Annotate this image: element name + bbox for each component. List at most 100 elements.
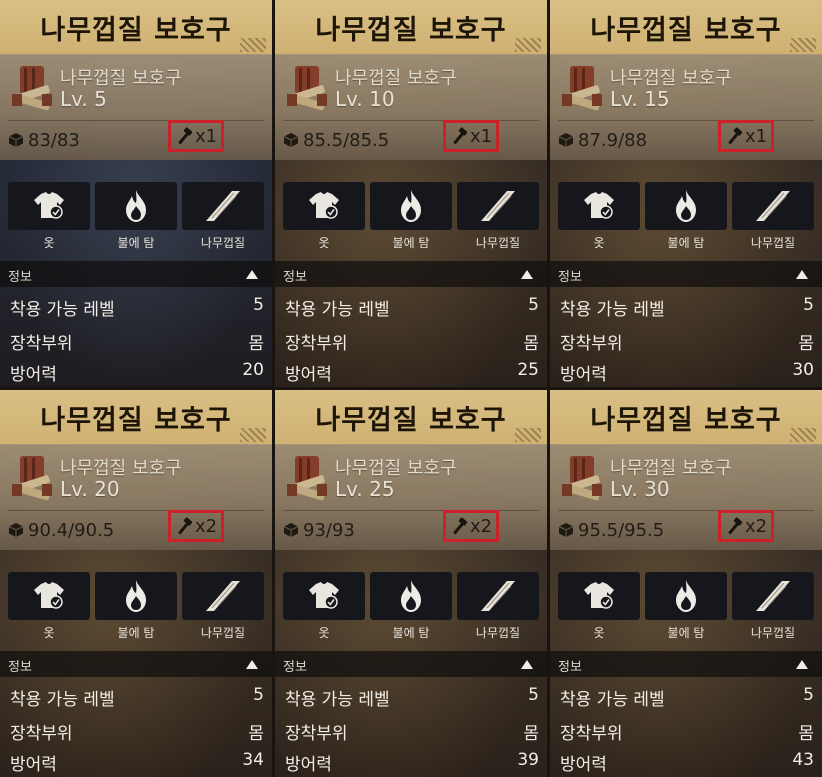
info-section-header[interactable]: 정보 (0, 261, 272, 287)
clothing-button[interactable] (558, 572, 640, 620)
clothing-button[interactable] (8, 182, 90, 230)
stat-row-required-level: 착용 가능 레벨 5 (558, 293, 814, 321)
attribute-buttons (8, 182, 264, 230)
stat-label: 방어력 (560, 365, 607, 385)
clothing-button[interactable] (558, 182, 640, 230)
flammable-label: 불에 탐 (117, 236, 155, 250)
hammer-icon (178, 517, 193, 535)
clothing-button[interactable] (283, 182, 365, 230)
flammable-button[interactable] (370, 572, 452, 620)
bark-label: 나무껍질 (750, 626, 796, 640)
divider (8, 510, 264, 511)
bark-label: 나무껍질 (200, 626, 246, 640)
attribute-labels: 옷 불에 탐 나무껍질 (558, 624, 814, 641)
stat-value: 20 (242, 360, 264, 380)
stat-row-equip-slot: 장착부위 몸 (8, 327, 264, 355)
bark-material-button[interactable] (182, 572, 264, 620)
stat-value: 5 (253, 295, 264, 315)
item-level: Lv. 5 (60, 87, 107, 111)
bark-material-button[interactable] (457, 572, 539, 620)
repair-count: x2 (194, 515, 218, 537)
collapse-arrow-icon[interactable] (246, 270, 258, 279)
stat-label: 착용 가능 레벨 (10, 690, 115, 710)
stat-row-defense: 방어력 34 (8, 748, 264, 776)
bark-icon (481, 581, 515, 611)
title-bar: 나무껍질 보호구 (275, 390, 547, 445)
item-info-panel: 나무껍질 보호구 Lv. 30 95.5/95.5 x2 (550, 444, 822, 550)
bark-material-button[interactable] (732, 182, 814, 230)
bark-material-button[interactable] (182, 182, 264, 230)
stat-value: 5 (528, 295, 539, 315)
repair-count: x1 (194, 125, 218, 147)
flammable-label: 불에 탐 (667, 626, 705, 640)
durability-box-icon (558, 133, 574, 147)
divider (8, 120, 264, 121)
bark-label: 나무껍질 (475, 236, 521, 250)
stat-label: 착용 가능 레벨 (10, 300, 115, 320)
clothing-label: 옷 (43, 236, 55, 250)
shirt-icon (584, 582, 614, 609)
flammable-label: 불에 탐 (392, 626, 430, 640)
collapse-arrow-icon[interactable] (521, 660, 533, 669)
flammable-button[interactable] (645, 572, 727, 620)
item-level: Lv. 30 (610, 477, 670, 501)
stat-label: 방어력 (560, 755, 607, 775)
item-card: 나무껍질 보호구 나무껍질 보호구 Lv. 15 87.9/88 x1 옷 불에… (550, 0, 822, 387)
flammable-button[interactable] (370, 182, 452, 230)
durability: 95.5/95.5 (558, 519, 664, 541)
info-section-title: 정보 (283, 270, 307, 285)
stat-row-required-level: 착용 가능 레벨 5 (8, 293, 264, 321)
stat-row-required-level: 착용 가능 레벨 5 (558, 683, 814, 711)
durability-box-icon (558, 523, 574, 537)
title-decoration (240, 428, 266, 442)
stat-label: 장착부위 (285, 334, 348, 354)
repair-count-highlight: x1 (718, 120, 774, 152)
collapse-arrow-icon[interactable] (246, 660, 258, 669)
stat-label: 방어력 (10, 365, 57, 385)
info-section-header[interactable]: 정보 (275, 651, 547, 677)
bark-icon (481, 191, 515, 221)
stat-value: 25 (517, 360, 539, 380)
info-section-header[interactable]: 정보 (550, 261, 822, 287)
bark-armor-icon (287, 66, 327, 111)
item-info-panel: 나무껍질 보호구 Lv. 20 90.4/90.5 x2 (0, 444, 272, 550)
clothing-button[interactable] (8, 572, 90, 620)
item-level: Lv. 10 (335, 87, 395, 111)
clothing-label: 옷 (593, 626, 605, 640)
attribute-labels: 옷 불에 탐 나무껍질 (283, 624, 539, 641)
stat-row-required-level: 착용 가능 레벨 5 (283, 683, 539, 711)
clothing-label: 옷 (318, 626, 330, 640)
collapse-arrow-icon[interactable] (796, 270, 808, 279)
bark-material-button[interactable] (457, 182, 539, 230)
collapse-arrow-icon[interactable] (796, 660, 808, 669)
clothing-label: 옷 (43, 626, 55, 640)
stat-value: 39 (517, 750, 539, 770)
bark-label: 나무껍질 (475, 626, 521, 640)
bark-armor-icon (562, 456, 602, 501)
fire-icon (401, 190, 421, 222)
stat-value: 몸 (523, 724, 539, 744)
info-section-header[interactable]: 정보 (0, 651, 272, 677)
clothing-button[interactable] (283, 572, 365, 620)
flammable-button[interactable] (645, 182, 727, 230)
flammable-button[interactable] (95, 572, 177, 620)
flammable-button[interactable] (95, 182, 177, 230)
item-title: 나무껍질 보호구 (315, 405, 507, 436)
stat-row-defense: 방어력 43 (558, 748, 814, 776)
divider (283, 120, 539, 121)
stat-row-defense: 방어력 25 (283, 358, 539, 386)
bark-icon (756, 581, 790, 611)
item-card-grid: 나무껍질 보호구 나무껍질 보호구 Lv. 5 83/83 x1 옷 불에 탐 … (0, 0, 822, 777)
info-section-header[interactable]: 정보 (275, 261, 547, 287)
collapse-arrow-icon[interactable] (521, 270, 533, 279)
stat-value: 5 (528, 685, 539, 705)
repair-count: x2 (744, 515, 768, 537)
bark-material-button[interactable] (732, 572, 814, 620)
title-bar: 나무껍질 보호구 (550, 390, 822, 445)
repair-count-highlight: x2 (168, 510, 224, 542)
info-section-header[interactable]: 정보 (550, 651, 822, 677)
fire-icon (126, 190, 146, 222)
bark-armor-icon (12, 456, 52, 501)
attribute-buttons (558, 182, 814, 230)
stat-label: 방어력 (285, 365, 332, 385)
